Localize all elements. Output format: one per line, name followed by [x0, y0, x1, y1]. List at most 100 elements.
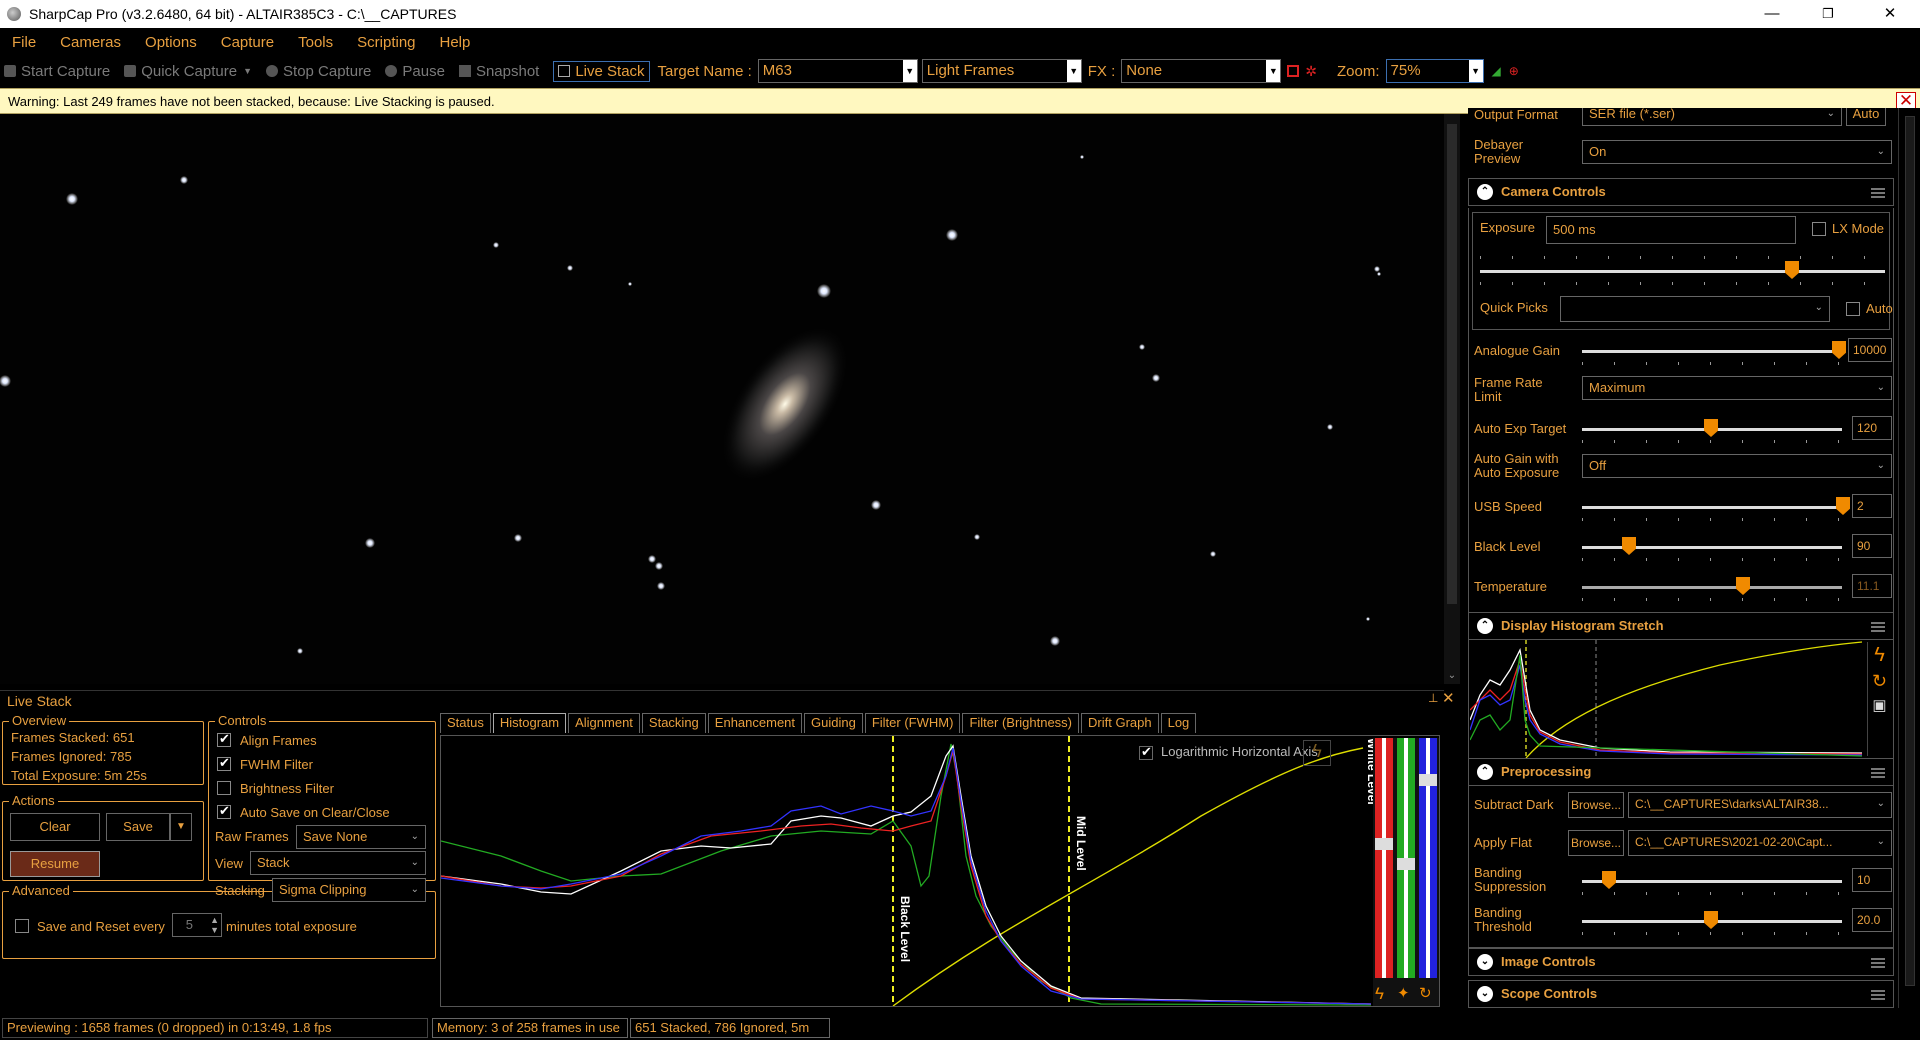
close-button[interactable]: ✕: [1862, 0, 1918, 28]
zoom-select[interactable]: 75% ▼: [1385, 59, 1484, 83]
usb-speed-value[interactable]: 2: [1852, 494, 1892, 518]
save-icon[interactable]: ▣: [1868, 696, 1891, 714]
fwhm-filter-checkbox[interactable]: [217, 755, 231, 771]
auto-stretch-icon[interactable]: ϟ: [1375, 984, 1384, 1004]
scope-controls-header[interactable]: ⌄ Scope Controls: [1468, 980, 1894, 1008]
chevron-down-icon[interactable]: ▼: [1266, 60, 1281, 82]
brightness-filter-checkbox[interactable]: [217, 781, 231, 795]
green-level-slider[interactable]: [1397, 738, 1415, 978]
log-axis-checkbox[interactable]: [1139, 744, 1153, 760]
align-frames-checkbox[interactable]: [217, 731, 231, 747]
analogue-gain-value[interactable]: 10000: [1848, 338, 1892, 362]
tab-enhancement[interactable]: Enhancement: [707, 713, 803, 733]
apply-flat-browse-button[interactable]: Browse...: [1568, 830, 1624, 856]
save-options-dropdown[interactable]: ▼: [170, 813, 192, 841]
pin-icon[interactable]: ⊥: [1428, 691, 1438, 705]
target-name-input[interactable]: M63 ▼: [757, 59, 918, 83]
exposure-input[interactable]: 500 ms: [1546, 216, 1796, 244]
tab-stacking[interactable]: Stacking: [641, 713, 706, 733]
chevron-up-icon[interactable]: ⌃: [1477, 618, 1493, 634]
banding-threshold-slider[interactable]: [1582, 911, 1842, 935]
banding-suppression-value[interactable]: 10: [1852, 868, 1892, 892]
banding-threshold-value[interactable]: 20.0: [1852, 908, 1892, 932]
debayer-preview-select[interactable]: On ⌄: [1582, 140, 1892, 164]
image-controls-header[interactable]: ⌄ Image Controls: [1468, 948, 1894, 976]
preprocessing-header[interactable]: ⌃ Preprocessing: [1468, 758, 1894, 786]
drag-handle-icon[interactable]: [1871, 768, 1885, 778]
menu-capture[interactable]: Capture: [221, 34, 274, 51]
maximize-button[interactable]: ❐: [1800, 0, 1856, 28]
camera-image-view[interactable]: [0, 114, 1444, 684]
zoom-icon[interactable]: ⊕: [1509, 64, 1519, 78]
apply-flat-select[interactable]: C:\__CAPTURES\2021-02-20\Capt... ⌄: [1628, 830, 1892, 856]
chevron-up-icon[interactable]: ⌃: [1477, 764, 1493, 780]
start-capture-button[interactable]: Start Capture: [4, 63, 110, 80]
tab-alignment[interactable]: Alignment: [568, 713, 640, 733]
fx-select[interactable]: None ▼: [1121, 59, 1282, 83]
lightning-icon[interactable]: ϟ: [1868, 644, 1891, 667]
menu-help[interactable]: Help: [440, 34, 471, 51]
clear-button[interactable]: Clear: [10, 813, 100, 841]
drag-handle-icon[interactable]: [1871, 958, 1885, 968]
menu-tools[interactable]: Tools: [298, 34, 333, 51]
menu-scripting[interactable]: Scripting: [357, 34, 415, 51]
auto-gain-select[interactable]: Off ⌄: [1582, 454, 1892, 478]
frame-rate-limit-select[interactable]: Maximum ⌄: [1582, 376, 1892, 400]
chevron-down-icon[interactable]: ⌄: [1477, 986, 1493, 1002]
analogue-gain-slider[interactable]: [1582, 341, 1846, 365]
close-icon[interactable]: ✕: [1442, 689, 1455, 707]
chevron-up-icon[interactable]: ⌃: [1477, 184, 1493, 200]
menu-file[interactable]: File: [12, 34, 36, 51]
tab-drift-graph[interactable]: Drift Graph: [1081, 713, 1159, 733]
auto-exp-target-slider[interactable]: [1582, 419, 1842, 443]
drag-handle-icon[interactable]: [1871, 990, 1885, 1000]
chevron-down-icon[interactable]: ▼: [243, 66, 252, 76]
histogram-icon[interactable]: ◢: [1492, 64, 1501, 78]
tab-filter-fwhm[interactable]: Filter (FWHM): [864, 713, 961, 733]
chevron-down-icon[interactable]: ⌄: [1477, 954, 1493, 970]
camera-controls-header[interactable]: ⌃ Camera Controls: [1468, 178, 1894, 206]
live-stack-button[interactable]: Live Stack: [553, 60, 650, 82]
reset-icon[interactable]: ↻: [1868, 671, 1891, 692]
pause-button[interactable]: Pause: [385, 63, 445, 80]
right-panel-scrollbar[interactable]: [1898, 108, 1920, 1008]
tab-filter-brightness[interactable]: Filter (Brightness): [962, 713, 1080, 733]
stacking-select[interactable]: Sigma Clipping ⌄: [272, 878, 426, 902]
stop-capture-button[interactable]: Stop Capture: [266, 63, 371, 80]
save-button[interactable]: Save: [106, 813, 170, 841]
auto-save-checkbox[interactable]: [217, 803, 231, 819]
reset-icon[interactable]: ↻: [1419, 984, 1432, 1002]
output-format-auto-button[interactable]: Auto: [1846, 108, 1886, 126]
stepper-arrows-icon[interactable]: ▲ ▼: [210, 915, 219, 935]
exposure-auto-checkbox[interactable]: [1846, 302, 1860, 316]
black-level-value[interactable]: 90: [1852, 534, 1892, 558]
minimize-button[interactable]: —: [1744, 0, 1800, 28]
banding-suppression-slider[interactable]: [1582, 871, 1842, 895]
lightning-icon[interactable]: ϟ: [1303, 740, 1331, 766]
tab-guiding[interactable]: Guiding: [804, 713, 863, 733]
subtract-dark-browse-button[interactable]: Browse...: [1568, 792, 1624, 818]
display-histogram-chart[interactable]: [1470, 640, 1866, 758]
output-format-select[interactable]: SER file (*.ser) ⌄: [1582, 108, 1842, 126]
chevron-down-icon[interactable]: ▼: [902, 60, 917, 82]
exposure-slider[interactable]: [1480, 256, 1885, 285]
subtract-dark-select[interactable]: C:\__CAPTURES\darks\ALTAIR38... ⌄: [1628, 792, 1892, 818]
lx-mode-checkbox[interactable]: [1812, 222, 1826, 236]
frame-type-select[interactable]: Light Frames ▼: [921, 59, 1082, 83]
menu-options[interactable]: Options: [145, 34, 197, 51]
star-icon[interactable]: ✦: [1397, 984, 1410, 1002]
auto-exp-target-value[interactable]: 120: [1852, 416, 1892, 440]
tab-histogram[interactable]: Histogram: [492, 713, 567, 733]
crosshair-icon[interactable]: ✲: [1305, 63, 1317, 80]
raw-frames-select[interactable]: Save None ⌄: [296, 825, 426, 849]
minutes-stepper[interactable]: 5 ▲ ▼: [172, 913, 222, 937]
black-level-slider[interactable]: [1582, 537, 1842, 561]
quick-capture-button[interactable]: Quick Capture ▼: [124, 63, 252, 80]
blue-level-slider[interactable]: [1419, 738, 1437, 978]
menu-cameras[interactable]: Cameras: [60, 34, 121, 51]
image-vertical-scrollbar[interactable]: ⌄: [1444, 114, 1460, 684]
quick-picks-select[interactable]: ⌄: [1560, 296, 1830, 322]
chevron-down-icon[interactable]: ⌄: [1444, 670, 1460, 684]
live-stack-histogram-chart[interactable]: [441, 736, 1371, 1006]
save-reset-checkbox[interactable]: [15, 919, 29, 933]
